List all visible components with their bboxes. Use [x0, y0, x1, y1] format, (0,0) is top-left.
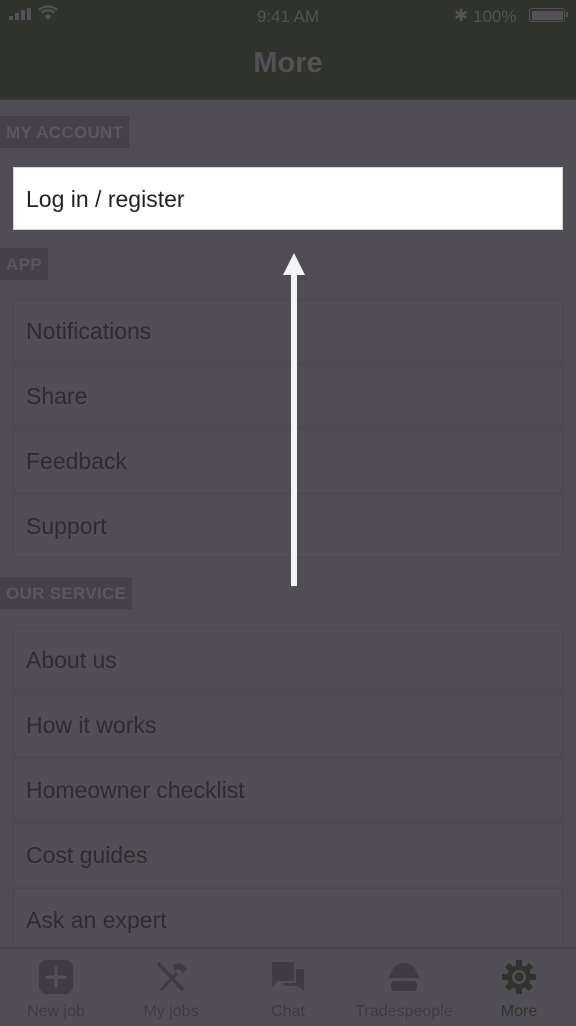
section-header-app: APP — [0, 248, 48, 280]
page-title: More — [253, 47, 323, 79]
menu-item-feedback[interactable]: Feedback — [13, 429, 563, 493]
tab-label: My jobs — [143, 1003, 199, 1020]
menu-item-homeowner-checklist[interactable]: Homeowner checklist — [13, 758, 563, 822]
tab-label: More — [500, 1003, 538, 1020]
section-header-my-account: MY ACCOUNT — [0, 116, 130, 148]
tab-chat[interactable]: Chat — [230, 949, 346, 1026]
tab-bar: New job My jobs Chat Tradespeople More — [0, 947, 576, 1026]
tab-tradespeople[interactable]: Tradespeople — [346, 949, 462, 1026]
tab-more[interactable]: More — [462, 949, 576, 1026]
navigation-bar: More — [0, 34, 576, 100]
tab-my-jobs[interactable]: My jobs — [112, 949, 230, 1026]
menu-item-support[interactable]: Support — [13, 494, 563, 558]
tab-label: Chat — [271, 1003, 305, 1020]
menu-item-about-us[interactable]: About us — [13, 628, 563, 692]
bluetooth-icon: ✱ — [454, 6, 469, 25]
menu-item-notifications[interactable]: Notifications — [13, 299, 563, 363]
login-register-item[interactable]: Log in / register — [13, 167, 563, 230]
menu-item-cost-guides[interactable]: Cost guides — [13, 823, 563, 887]
menu-item-share[interactable]: Share — [13, 364, 563, 428]
arrow-up-icon — [283, 253, 305, 275]
gear-icon — [502, 960, 536, 994]
hardhat-icon — [389, 963, 419, 991]
arrow-shaft — [291, 273, 297, 586]
battery-icon — [529, 8, 565, 22]
menu-item-ask-an-expert[interactable]: Ask an expert — [13, 888, 563, 952]
section-header-our-service: OUR SERVICE — [0, 577, 133, 609]
tools-icon — [156, 961, 187, 992]
chat-icon — [272, 962, 304, 991]
tab-new-job[interactable]: New job — [0, 949, 112, 1026]
battery-percent: 100% — [473, 7, 517, 26]
plus-square-icon — [39, 960, 73, 994]
tab-label: New job — [27, 1003, 85, 1020]
tab-label: Tradespeople — [355, 1003, 453, 1020]
battery-tip — [566, 12, 568, 17]
status-bar: 9:41 AM ✱ 100% — [0, 0, 576, 34]
menu-item-how-it-works[interactable]: How it works — [13, 693, 563, 757]
